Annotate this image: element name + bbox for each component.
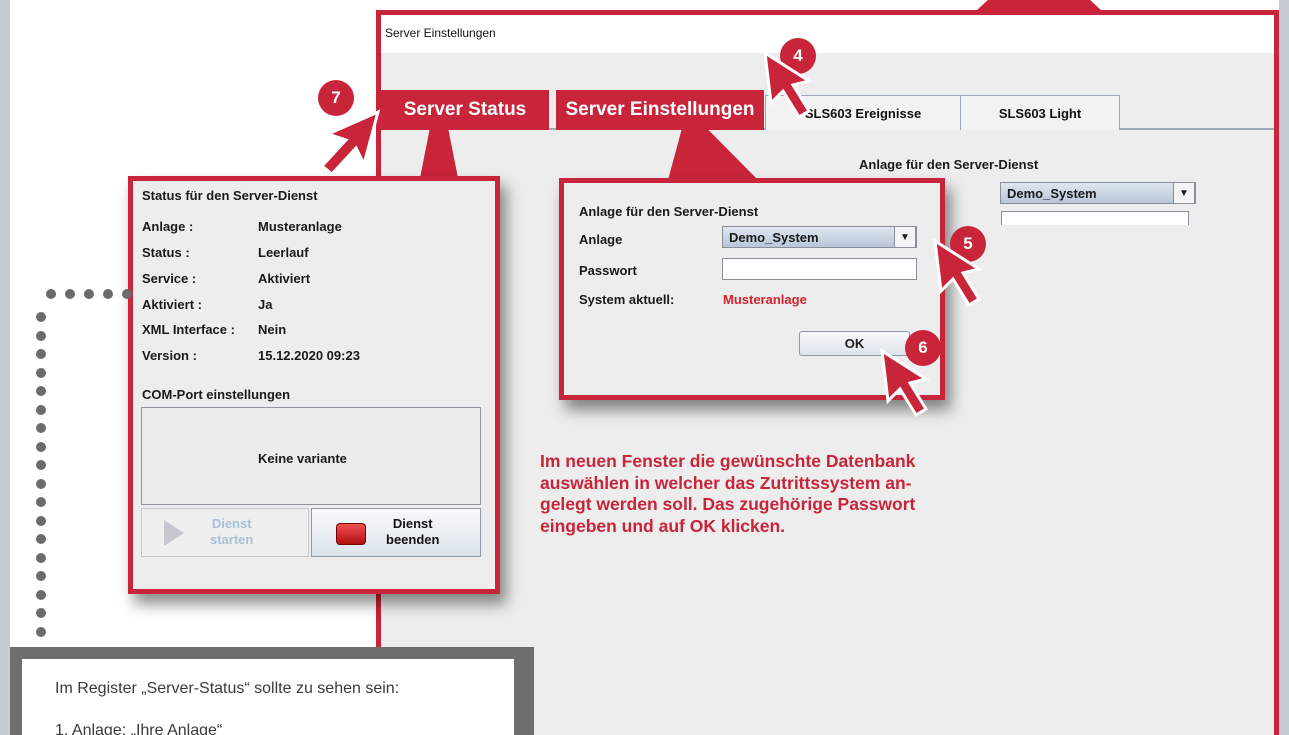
pointer-arrow-icon	[319, 109, 381, 177]
variant-text: Keine variante	[258, 451, 347, 466]
connector-dot	[65, 289, 75, 299]
connector-dot	[84, 289, 94, 299]
form-heading: Anlage für den Server-Dienst	[859, 157, 1039, 172]
connector-dot	[36, 423, 46, 433]
connector-dot	[36, 478, 46, 489]
connector-dot	[36, 589, 46, 600]
system-current-label: System aktuell:	[579, 292, 675, 307]
right-edge-strip	[1279, 0, 1289, 735]
dialog-password-label: Passwort	[579, 263, 637, 278]
window-titlebar: Server Einstellungen	[381, 15, 1274, 53]
start-service-button[interactable]: Dienst starten	[141, 508, 309, 557]
connector-dot	[36, 460, 46, 470]
status-value-anlage: Musteranlage	[258, 219, 342, 234]
play-icon	[164, 520, 184, 546]
left-edge-strip	[0, 0, 10, 735]
combo-value: Demo_System	[1007, 185, 1097, 201]
pointer-arrow-icon	[933, 238, 983, 308]
pointer-arrow-icon	[763, 50, 813, 120]
status-label-service: Service :	[142, 271, 197, 286]
dialog-heading: Anlage für den Server-Dienst	[579, 204, 759, 219]
status-label-anlage: Anlage :	[142, 219, 194, 234]
window-title: Server Einstellungen	[385, 26, 496, 40]
stop-service-button[interactable]: Dienst beenden	[311, 508, 481, 557]
connector-dot	[36, 534, 46, 544]
connector-dot	[36, 571, 46, 581]
dialog-anlage-combobox[interactable]: Demo_System ▼	[722, 226, 917, 248]
tab-label: Server Status	[403, 99, 527, 120]
connector-dot	[36, 367, 46, 378]
connector-dot	[36, 330, 46, 341]
connector-dot	[36, 626, 46, 637]
stop-button-line1: Dienst	[392, 516, 433, 531]
status-heading: Status für den Server-Dienst	[142, 188, 318, 203]
status-label-status: Status :	[142, 245, 190, 260]
connector-dot	[36, 349, 46, 359]
connector-dot	[36, 404, 46, 415]
status-label-xml: XML Interface :	[142, 322, 235, 337]
combo-value: Demo_System	[729, 229, 819, 245]
connector-dot	[36, 312, 46, 322]
connector-dot	[36, 608, 46, 618]
dialog-password-input[interactable]	[722, 258, 917, 280]
status-value-status: Leerlauf	[258, 245, 309, 260]
com-port-heading: COM-Port einstellungen	[142, 387, 291, 402]
status-value-version: 15.12.2020 09:23	[258, 348, 360, 363]
system-combobox[interactable]: Demo_System ▼	[1000, 182, 1196, 204]
ok-label: OK	[844, 336, 865, 351]
system-current-value: Musteranlage	[723, 292, 807, 307]
connector-dot	[46, 289, 56, 299]
tab-server-status[interactable]: Server Status	[381, 90, 549, 130]
status-value-xml: Nein	[258, 322, 287, 337]
dialog-anlage-label: Anlage	[579, 232, 623, 247]
tab-sls603-light[interactable]: SLS603 Light	[960, 95, 1120, 130]
password-field-partial[interactable]	[1001, 211, 1189, 225]
tab-label: SLS603 Light	[998, 105, 1082, 121]
status-label-aktiviert: Aktiviert :	[142, 297, 202, 312]
instruction-text: Im neuen Fenster die gewünschte Datenban…	[540, 451, 916, 536]
start-button-line2: starten	[210, 532, 254, 547]
connector-dot	[36, 515, 46, 526]
pointer-arrow-icon	[880, 348, 930, 418]
variant-box: Keine variante	[141, 407, 481, 505]
info-line-2: 1. Anlage: „Ihre Anlage“	[55, 722, 223, 735]
status-value-aktiviert: Ja	[258, 297, 273, 312]
start-button-line1: Dienst	[211, 516, 252, 531]
connector-dot	[36, 552, 46, 563]
stop-button-line2: beenden	[386, 532, 440, 547]
chevron-down-icon[interactable]: ▼	[894, 226, 916, 248]
tab-label: Server Einstellungen	[565, 99, 755, 120]
status-value-service: Aktiviert	[258, 271, 311, 286]
info-line-1: Im Register „Server-Status“ sollte zu se…	[55, 680, 400, 697]
connector-dot	[36, 386, 46, 396]
chevron-down-icon[interactable]: ▼	[1173, 182, 1195, 204]
tab-server-einstellungen[interactable]: Server Einstellungen	[556, 90, 764, 130]
connector-dot	[103, 289, 113, 299]
status-label-version: Version :	[142, 348, 197, 363]
connector-dot	[36, 497, 46, 507]
connector-dot	[122, 289, 132, 299]
stop-icon	[336, 523, 366, 545]
connector-dot	[36, 441, 46, 452]
